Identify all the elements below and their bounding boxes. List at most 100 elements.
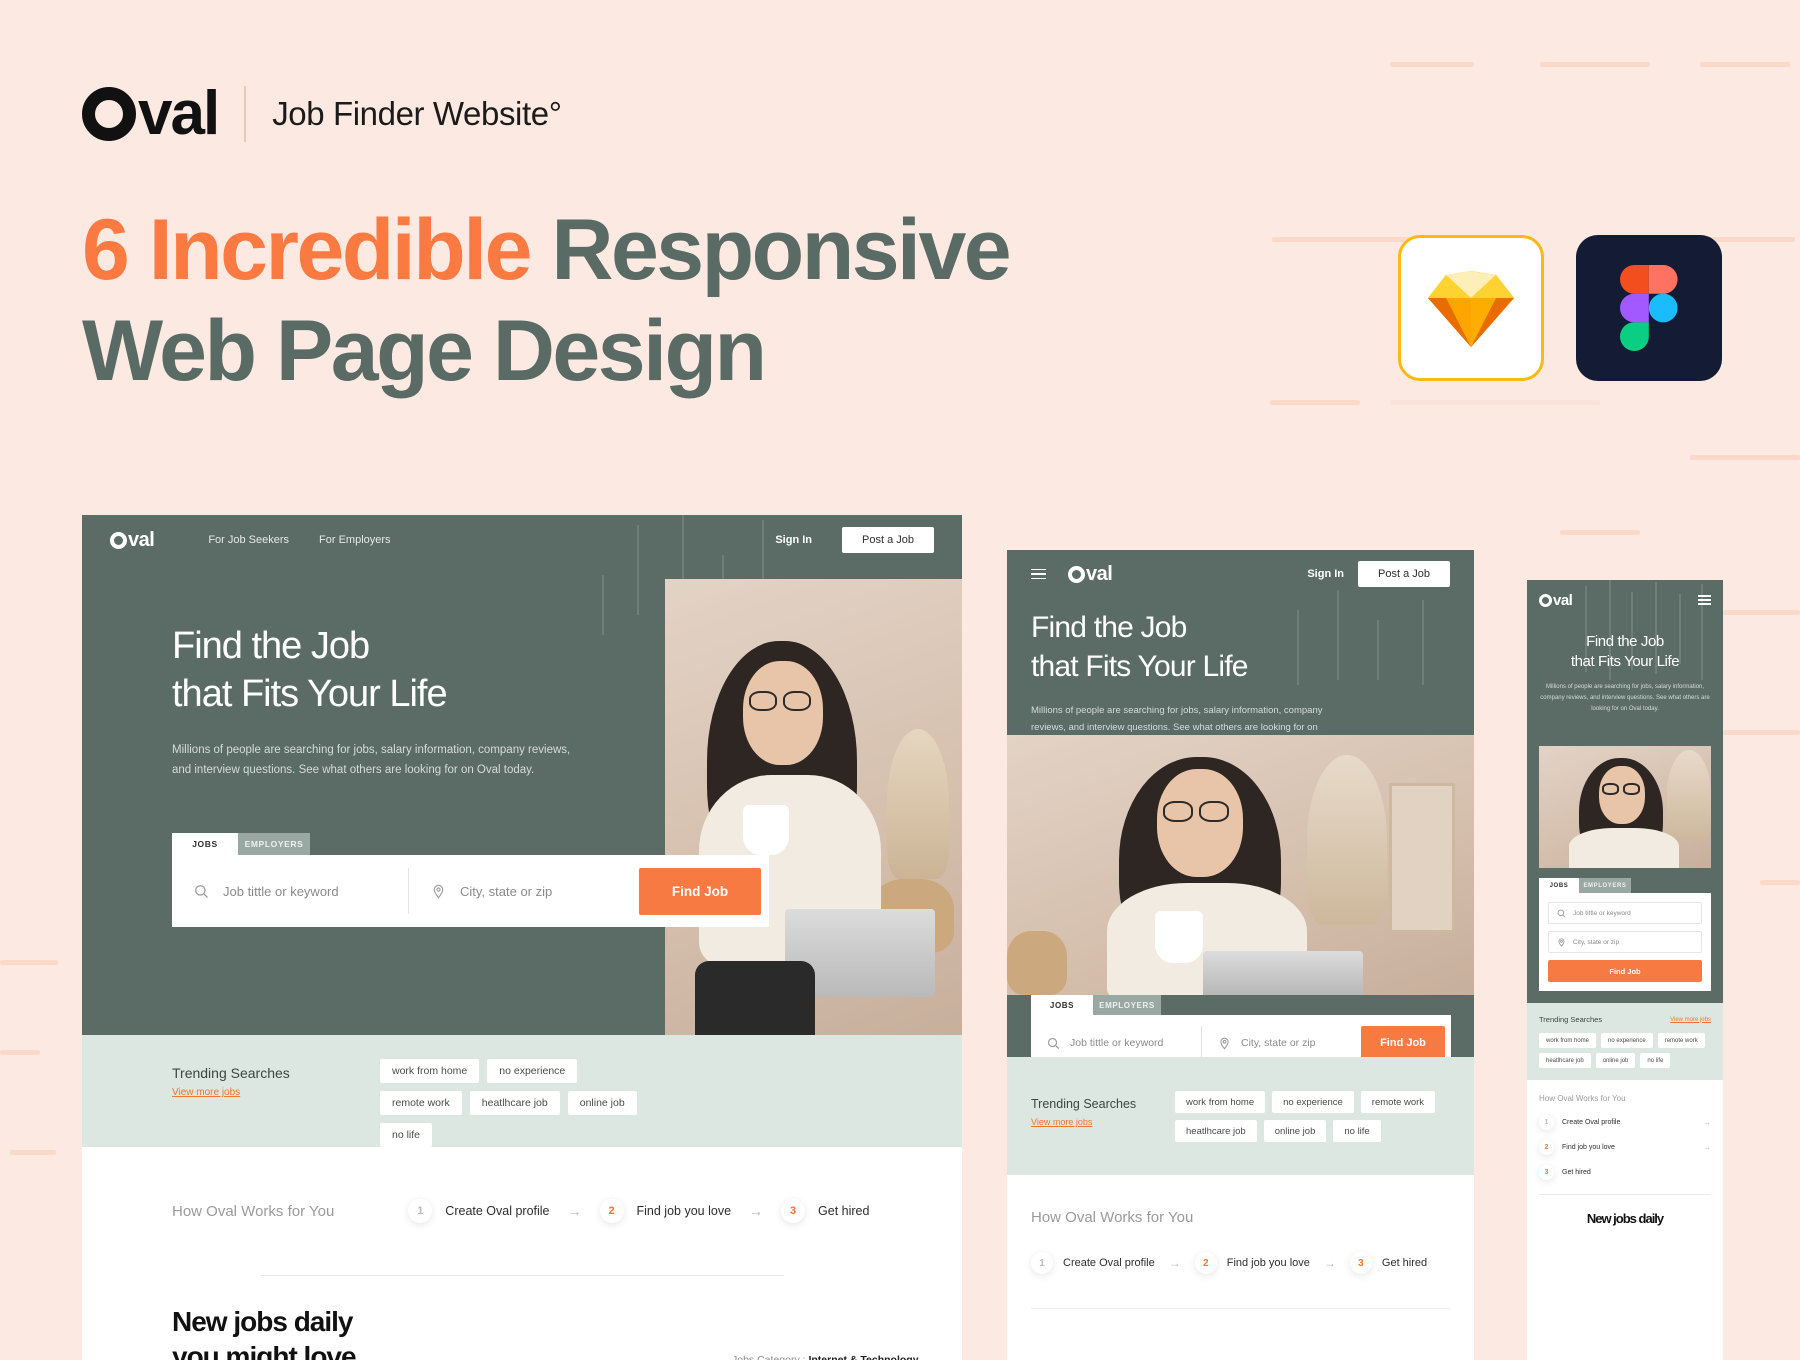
tab-jobs[interactable]: JOBS	[1539, 878, 1579, 893]
site-logo[interactable]: val	[110, 529, 155, 552]
decor-dash	[1720, 730, 1800, 735]
photo-plant	[1667, 750, 1711, 840]
post-a-job-button[interactable]: Post a Job	[1358, 561, 1450, 587]
photo-glasses	[1163, 801, 1193, 822]
photo-plant	[887, 729, 949, 879]
chevron-down-icon: ⌄	[921, 1354, 931, 1360]
site-logo[interactable]: val	[1539, 591, 1573, 609]
jobs-category[interactable]: Jobs Category : Internet & Technology ⌄	[732, 1354, 930, 1360]
trending-chip[interactable]: online job	[1595, 1053, 1636, 1068]
location-pin-icon	[1220, 1037, 1229, 1050]
step-item[interactable]: 3 Get hired	[1539, 1165, 1711, 1180]
nav-item-for-employers[interactable]: For Employers	[319, 534, 391, 546]
sketch-icon	[1428, 271, 1514, 347]
tab-jobs[interactable]: JOBS	[172, 833, 238, 855]
section-divider	[1031, 1308, 1450, 1309]
trending-chip[interactable]: no life	[380, 1123, 433, 1147]
figma-badge[interactable]	[1576, 235, 1722, 381]
hero-photo	[665, 579, 962, 1035]
location-pin-icon	[433, 884, 444, 899]
trending-chip[interactable]: online job	[1263, 1120, 1327, 1142]
photo-plant	[1307, 755, 1387, 925]
tablet-nav: val Sign In Post a Job	[1007, 550, 1474, 598]
view-more-jobs-link[interactable]: View more jobs	[172, 1087, 290, 1098]
step-item[interactable]: 3 Get hired	[1349, 1252, 1427, 1274]
step-item[interactable]: 1 Create Oval profile	[1031, 1252, 1155, 1274]
nav-item-for-job-seekers[interactable]: For Job Seekers	[208, 534, 289, 546]
site-logo-text: val	[1553, 591, 1573, 609]
arrow-icon: →	[1323, 1256, 1336, 1270]
trending-chip[interactable]: no experience	[487, 1059, 578, 1083]
tool-badges	[1398, 235, 1722, 381]
step-label: Create Oval profile	[1063, 1257, 1155, 1269]
view-more-jobs-link[interactable]: View more jobs	[1670, 1017, 1711, 1023]
oval-logo-ring-icon	[1539, 593, 1552, 607]
step-item[interactable]: 1 Create Oval profile	[408, 1199, 550, 1223]
sign-in-link[interactable]: Sign In	[1307, 568, 1344, 580]
post-a-job-button[interactable]: Post a Job	[842, 527, 934, 553]
decor-dash	[10, 1150, 56, 1155]
trending-chip[interactable]: heatlhcare job	[1539, 1053, 1591, 1068]
step-item[interactable]: 2 Find job you love →	[1539, 1140, 1711, 1155]
trending-chip[interactable]: no life	[1333, 1120, 1381, 1142]
how-it-works-section: How Oval Works for You 1 Create Oval pro…	[82, 1147, 962, 1275]
poster-canvas: val Job Finder Website° 6 Incredible Res…	[0, 0, 1800, 1360]
photo-glasses	[783, 691, 811, 711]
hamburger-menu-icon[interactable]	[1698, 593, 1711, 608]
trending-chip[interactable]: online job	[567, 1091, 637, 1115]
tab-employers[interactable]: EMPLOYERS	[1579, 878, 1631, 893]
find-job-button[interactable]: Find Job	[1361, 1026, 1445, 1057]
location-field[interactable]: City, state or zip	[409, 884, 589, 899]
trending-chip[interactable]: heatlhcare job	[1175, 1120, 1257, 1142]
trending-chip[interactable]: no experience	[1272, 1091, 1354, 1113]
step-item[interactable]: 2 Find job you love	[1194, 1252, 1310, 1274]
hamburger-menu-icon[interactable]	[1031, 566, 1046, 583]
site-logo[interactable]: val	[1068, 563, 1113, 586]
trending-chip[interactable]: heatlhcare job	[469, 1091, 560, 1115]
trending-chip[interactable]: remote work	[1657, 1033, 1705, 1048]
step-item[interactable]: 2 Find job you love	[599, 1199, 732, 1223]
headline-accent: 6 Incredible	[82, 202, 532, 298]
arrow-icon: →	[1703, 1118, 1711, 1127]
sign-in-link[interactable]: Sign In	[775, 534, 812, 546]
photo-face	[743, 661, 823, 765]
step-item[interactable]: 3 Get hired	[781, 1199, 869, 1223]
step-number: 2	[599, 1199, 624, 1223]
step-label: Get hired	[818, 1204, 870, 1218]
trending-chip[interactable]: work from home	[1539, 1033, 1597, 1048]
new-jobs-title-line2: you might love	[172, 1341, 357, 1360]
location-field[interactable]: City, state or zip	[1548, 931, 1702, 953]
step-label: Find job you love	[636, 1204, 732, 1218]
tab-employers[interactable]: EMPLOYERS	[238, 833, 310, 855]
step-number: 3	[781, 1199, 806, 1223]
photo-mug	[1155, 911, 1203, 963]
trending-chip[interactable]: no life	[1640, 1053, 1671, 1068]
trending-title-block: Trending Searches View more jobs	[1031, 1097, 1136, 1127]
trending-chip[interactable]: remote work	[380, 1091, 462, 1115]
decor-dash	[1760, 880, 1800, 885]
trending-section: Trending Searches View more jobs work fr…	[82, 1035, 962, 1147]
mobile-search-band: JOBS EMPLOYERS Job tittle or keyword Cit…	[1527, 868, 1723, 1003]
trending-chip[interactable]: remote work	[1360, 1091, 1436, 1113]
tab-jobs[interactable]: JOBS	[1031, 995, 1093, 1015]
keyword-field[interactable]: Job tittle or keyword	[172, 884, 408, 899]
hero-photo	[1539, 746, 1711, 868]
keyword-field[interactable]: Job tittle or keyword	[1031, 1037, 1201, 1050]
trending-chip[interactable]: work from home	[380, 1059, 480, 1083]
find-job-button[interactable]: Find Job	[1548, 960, 1702, 982]
sketch-badge[interactable]	[1398, 235, 1544, 381]
location-field[interactable]: City, state or zip	[1202, 1037, 1342, 1050]
step-item[interactable]: 1 Create Oval profile →	[1539, 1115, 1711, 1130]
view-more-jobs-link[interactable]: View more jobs	[1031, 1117, 1136, 1127]
trending-chip[interactable]: no experience	[1601, 1033, 1653, 1048]
keyword-input-placeholder: Job tittle or keyword	[1573, 909, 1631, 917]
trending-chips: work from home no experience remote work…	[1175, 1091, 1453, 1142]
desktop-hero: val For Job Seekers For Employers Sign I…	[82, 515, 962, 1035]
keyword-field[interactable]: Job tittle or keyword	[1548, 902, 1702, 924]
trending-chip[interactable]: work from home	[1175, 1091, 1266, 1113]
photo-face	[1157, 769, 1243, 877]
find-job-button[interactable]: Find Job	[639, 867, 761, 915]
new-jobs-title: New jobs daily you might love	[1539, 1211, 1711, 1228]
step-label: Find job you love	[1226, 1257, 1310, 1269]
tab-employers[interactable]: EMPLOYERS	[1093, 995, 1161, 1015]
